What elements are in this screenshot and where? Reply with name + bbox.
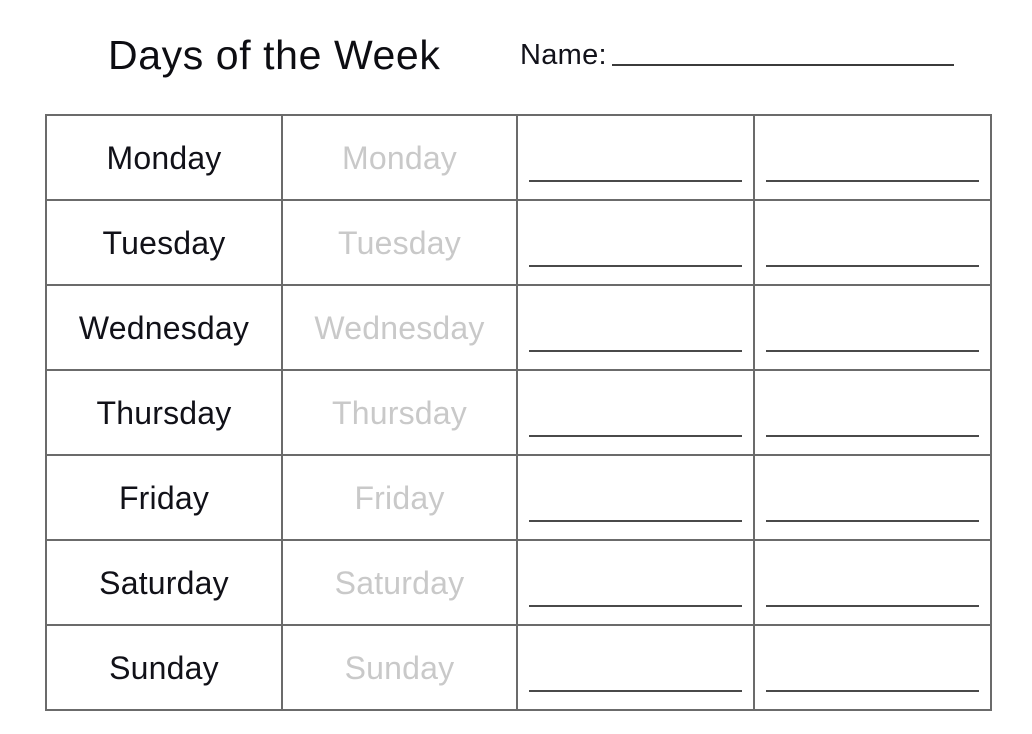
day-name-printed: Friday bbox=[118, 479, 210, 516]
day-name-trace-cell: Wednesday bbox=[281, 284, 518, 371]
handwriting-line[interactable] bbox=[766, 350, 979, 352]
day-name-trace-cell: Monday bbox=[281, 114, 518, 201]
handwriting-line[interactable] bbox=[529, 605, 742, 607]
day-name-traceable: Sunday bbox=[344, 649, 455, 686]
handwriting-line[interactable] bbox=[529, 350, 742, 352]
day-name-trace-cell: Saturday bbox=[281, 539, 518, 626]
handwriting-practice-cell[interactable] bbox=[516, 624, 755, 711]
day-name-printed: Tuesday bbox=[102, 224, 226, 261]
day-name-printed: Saturday bbox=[99, 564, 229, 601]
day-name-traceable: Friday bbox=[354, 479, 445, 516]
name-label: Name: bbox=[520, 39, 607, 71]
name-field: Name: bbox=[520, 38, 954, 84]
handwriting-practice-cell[interactable] bbox=[516, 454, 755, 541]
day-name-printed: Thursday bbox=[96, 394, 232, 431]
handwriting-practice-cell[interactable] bbox=[753, 539, 992, 626]
handwriting-line[interactable] bbox=[766, 435, 979, 437]
handwriting-line[interactable] bbox=[766, 180, 979, 182]
handwriting-line[interactable] bbox=[529, 265, 742, 267]
day-name-trace-cell: Friday bbox=[281, 454, 518, 541]
day-name-traceable: Wednesday bbox=[314, 309, 485, 346]
table-row: Tuesday Tuesday bbox=[45, 199, 992, 286]
day-name-trace-cell: Thursday bbox=[281, 369, 518, 456]
day-name-trace-cell: Tuesday bbox=[281, 199, 518, 286]
handwriting-practice-cell[interactable] bbox=[516, 539, 755, 626]
day-name-cell: Saturday bbox=[45, 539, 283, 626]
table-row: Thursday Thursday bbox=[45, 369, 992, 456]
handwriting-practice-cell[interactable] bbox=[753, 114, 992, 201]
handwriting-line[interactable] bbox=[766, 690, 979, 692]
day-name-traceable: Tuesday bbox=[338, 224, 461, 261]
handwriting-line[interactable] bbox=[529, 520, 742, 522]
handwriting-line[interactable] bbox=[766, 605, 979, 607]
handwriting-line[interactable] bbox=[766, 520, 979, 522]
handwriting-practice-cell[interactable] bbox=[516, 284, 755, 371]
handwriting-line[interactable] bbox=[529, 180, 742, 182]
handwriting-practice-cell[interactable] bbox=[516, 114, 755, 201]
day-name-printed: Monday bbox=[106, 139, 222, 176]
day-name-cell: Sunday bbox=[45, 624, 283, 711]
name-input-line[interactable] bbox=[611, 64, 954, 66]
day-name-printed: Wednesday bbox=[78, 309, 250, 346]
handwriting-practice-cell[interactable] bbox=[753, 199, 992, 286]
handwriting-line[interactable] bbox=[529, 690, 742, 692]
handwriting-practice-cell[interactable] bbox=[516, 199, 755, 286]
days-table-body: Monday Monday Tuesday Tuesday Wednesday Wedne… bbox=[45, 114, 992, 711]
day-name-trace-cell: Sunday bbox=[281, 624, 518, 711]
worksheet-header: Days of the Week Name: bbox=[0, 0, 1032, 114]
handwriting-practice-cell[interactable] bbox=[753, 369, 992, 456]
handwriting-line[interactable] bbox=[529, 435, 742, 437]
day-name-printed: Sunday bbox=[109, 649, 219, 686]
day-name-cell: Thursday bbox=[45, 369, 283, 456]
table-row: Saturday Saturday bbox=[45, 539, 992, 626]
page-title: Days of the Week bbox=[108, 32, 441, 78]
table-row: Sunday Sunday bbox=[45, 624, 992, 711]
day-name-cell: Friday bbox=[45, 454, 283, 541]
handwriting-practice-cell[interactable] bbox=[753, 284, 992, 371]
table-row: Friday Friday bbox=[45, 454, 992, 541]
day-name-cell: Monday bbox=[45, 114, 283, 201]
day-name-traceable: Saturday bbox=[334, 564, 465, 601]
day-name-traceable: Monday bbox=[341, 139, 458, 176]
handwriting-practice-cell[interactable] bbox=[753, 454, 992, 541]
table-row: Wednesday Wednesday bbox=[45, 284, 992, 371]
day-name-traceable: Thursday bbox=[332, 394, 467, 431]
handwriting-practice-cell[interactable] bbox=[516, 369, 755, 456]
table-row: Monday Monday bbox=[45, 114, 992, 201]
days-of-week-table: Monday Monday Tuesday Tuesday Wednesday Wedne… bbox=[45, 114, 992, 711]
day-name-cell: Tuesday bbox=[45, 199, 283, 286]
day-name-cell: Wednesday bbox=[45, 284, 283, 371]
handwriting-line[interactable] bbox=[766, 265, 979, 267]
handwriting-practice-cell[interactable] bbox=[753, 624, 992, 711]
